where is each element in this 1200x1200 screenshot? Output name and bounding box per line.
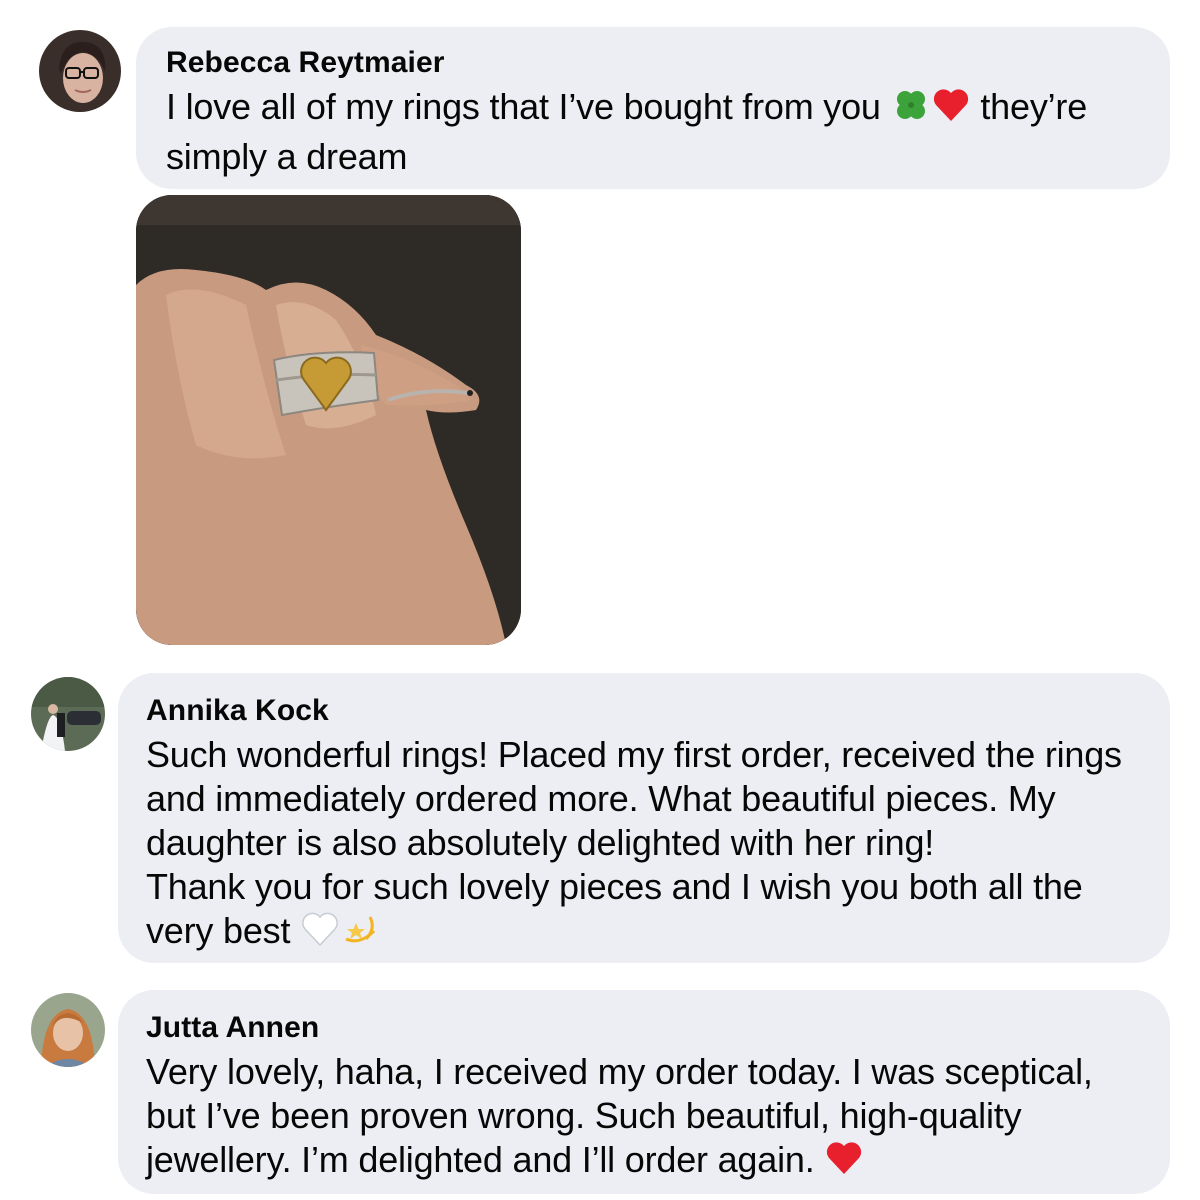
avatar-rebecca[interactable]	[39, 30, 121, 112]
comment-bubble-annika: Annika Kock Such wonderful rings! Placed…	[118, 673, 1170, 963]
red-heart-icon	[824, 1138, 864, 1188]
four-leaf-clover-icon	[891, 85, 931, 135]
white-heart-icon	[300, 909, 340, 959]
comment-line: I love all of my rings that I’ve bought …	[166, 86, 881, 127]
comment-line: simply a dream	[166, 136, 408, 177]
dizzy-star-icon	[340, 909, 380, 959]
avatar-jutta[interactable]	[31, 993, 105, 1067]
comment-bubble-rebecca: Rebecca Reytmaier I love all of my rings…	[136, 27, 1170, 189]
red-heart-icon	[931, 85, 971, 135]
comment-line: but I’ve been proven wrong. Such beautif…	[146, 1095, 1022, 1136]
comment-author[interactable]: Annika Kock	[146, 693, 1142, 729]
comment-author[interactable]: Jutta Annen	[146, 1010, 1142, 1046]
comment-line: very best	[146, 910, 291, 951]
comment-line: Such wonderful rings! Placed my first or…	[146, 734, 1122, 775]
comment-text: Such wonderful rings! Placed my first or…	[146, 733, 1142, 959]
comment-line: Very lovely, haha, I received my order t…	[146, 1051, 1093, 1092]
comment-line: they’re	[980, 86, 1088, 127]
comment-line: jewellery. I’m delighted and I’ll order …	[146, 1139, 815, 1180]
comment-line: and immediately ordered more. What beaut…	[146, 778, 1056, 819]
avatar-annika[interactable]	[31, 677, 105, 751]
hand-with-heart-rings-photo[interactable]	[136, 195, 521, 645]
comment-line: Thank you for such lovely pieces and I w…	[146, 866, 1083, 907]
comment-bubble-jutta: Jutta Annen Very lovely, haha, I receive…	[118, 990, 1170, 1194]
comment-text: Very lovely, haha, I received my order t…	[146, 1050, 1142, 1188]
comment-author[interactable]: Rebecca Reytmaier	[166, 45, 1140, 81]
comment-line: daughter is also absolutely delighted wi…	[146, 822, 935, 863]
comment-text: I love all of my rings that I’ve bought …	[166, 85, 1140, 179]
